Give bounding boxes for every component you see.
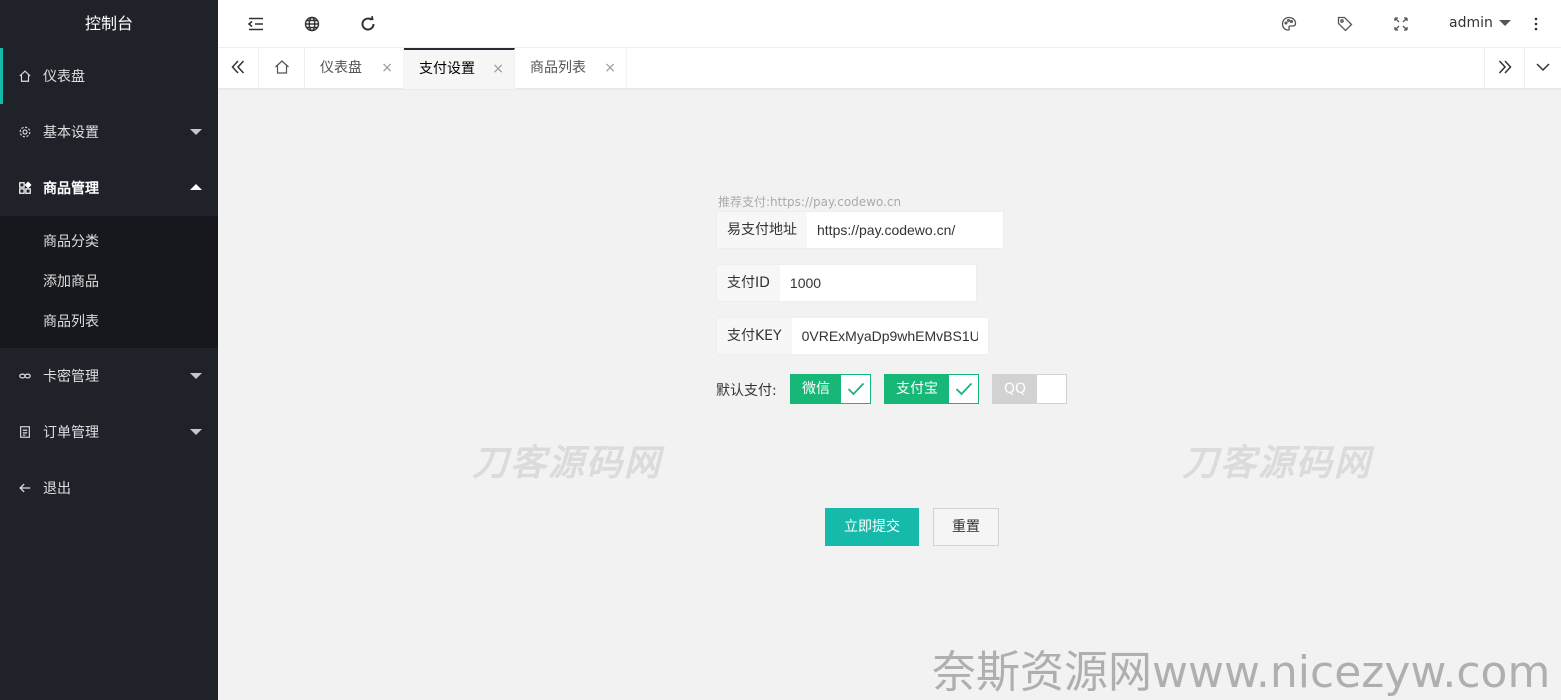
sidebar-item-label: 商品管理 xyxy=(43,181,99,197)
arrow-left-icon xyxy=(18,481,32,495)
sidebar-subitem-category[interactable]: 商品分类 xyxy=(0,222,218,262)
close-icon[interactable]: × xyxy=(492,50,504,89)
home-icon xyxy=(18,69,32,83)
sidebar-item-label: 仪表盘 xyxy=(43,69,85,85)
app-grid-icon xyxy=(18,181,32,195)
tabs-scroll-right-button[interactable] xyxy=(1484,48,1525,89)
double-chevron-left-icon xyxy=(230,59,246,79)
close-icon[interactable]: × xyxy=(381,48,393,89)
check-icon xyxy=(841,375,870,403)
pay-key-input[interactable] xyxy=(791,318,988,354)
sidebar-item-basic-settings[interactable]: 基本设置 xyxy=(0,104,218,160)
palette-icon[interactable] xyxy=(1279,14,1299,34)
top-header: admin xyxy=(218,0,1561,48)
refresh-icon[interactable] xyxy=(358,14,378,34)
sidebar-submenu: 商品分类 添加商品 商品列表 xyxy=(0,216,218,348)
pay-key-field: 支付KEY xyxy=(716,317,989,355)
caret-down-icon xyxy=(1498,20,1511,26)
recommend-hint: 推荐支付:https://pay.codewo.cn xyxy=(718,195,902,209)
url-label: 易支付地址 xyxy=(717,212,807,248)
home-icon xyxy=(274,59,290,79)
sidebar-item-card-management[interactable]: 卡密管理 xyxy=(0,348,218,404)
sidebar-item-order-management[interactable]: 订单管理 xyxy=(0,404,218,460)
tab-label: 商品列表 xyxy=(530,60,586,76)
sidebar: 控制台 仪表盘 基本设置 商品管理 商品分类 添加商品 商品列表 卡密管理 订单… xyxy=(0,0,218,700)
tabs-scroll-left-button[interactable] xyxy=(218,48,259,89)
check-icon xyxy=(949,375,978,403)
switch-label: 支付宝 xyxy=(885,375,949,403)
pay-id-field: 支付ID xyxy=(716,264,977,302)
pay-id-input[interactable] xyxy=(779,265,976,301)
fullscreen-icon[interactable] xyxy=(1391,14,1411,34)
tab-label: 支付设置 xyxy=(419,61,475,77)
submit-button[interactable]: 立即提交 xyxy=(825,508,919,546)
sidebar-subitem-product-list[interactable]: 商品列表 xyxy=(0,302,218,342)
watermark-bottom: 奈斯资源网www.nicezyw.com xyxy=(932,647,1551,698)
pay-key-label: 支付KEY xyxy=(717,318,792,354)
tab-bar: 仪表盘 × 支付设置 × 商品列表 × xyxy=(218,48,1561,89)
menu-fold-icon[interactable] xyxy=(246,14,266,34)
username: admin xyxy=(1449,15,1493,31)
chevron-down-icon xyxy=(190,373,202,379)
default-pay-label: 默认支付: xyxy=(716,383,777,399)
sidebar-item-product-management[interactable]: 商品管理 xyxy=(0,160,218,216)
chevron-down-icon xyxy=(1535,59,1551,79)
double-chevron-right-icon xyxy=(1497,59,1513,79)
tab-dashboard[interactable]: 仪表盘 × xyxy=(305,48,404,89)
chevron-up-icon xyxy=(190,184,202,190)
close-icon[interactable]: × xyxy=(604,48,616,89)
tag-icon[interactable] xyxy=(1335,14,1355,34)
qq-switch[interactable]: QQ xyxy=(992,374,1068,404)
link-icon xyxy=(18,369,32,383)
unchecked-box xyxy=(1037,375,1067,403)
more-vertical-icon[interactable] xyxy=(1526,14,1546,34)
sidebar-item-label: 基本设置 xyxy=(43,125,99,141)
main-content: 刀客源码网 刀客源码网 推荐支付:https://pay.codewo.cn 易… xyxy=(218,90,1561,700)
tabs-menu-button[interactable] xyxy=(1525,48,1561,89)
sidebar-item-dashboard[interactable]: 仪表盘 xyxy=(0,48,218,104)
sidebar-item-label: 退出 xyxy=(43,481,71,497)
switch-label: QQ xyxy=(993,375,1038,403)
reset-button[interactable]: 重置 xyxy=(933,508,999,546)
tab-payment-settings[interactable]: 支付设置 × xyxy=(404,48,515,89)
watermark-center-left: 刀客源码网 xyxy=(472,443,663,484)
url-field: 易支付地址 xyxy=(716,211,1004,249)
watermark-center-right: 刀客源码网 xyxy=(1182,443,1373,484)
sidebar-item-label: 订单管理 xyxy=(43,425,99,441)
pay-id-label: 支付ID xyxy=(717,265,780,301)
alipay-switch[interactable]: 支付宝 xyxy=(884,374,979,404)
list-icon xyxy=(18,425,32,439)
url-input[interactable] xyxy=(807,212,1003,248)
sidebar-title[interactable]: 控制台 xyxy=(0,0,218,48)
tab-label: 仪表盘 xyxy=(320,60,362,76)
wechat-switch[interactable]: 微信 xyxy=(790,374,871,404)
chevron-down-icon xyxy=(190,129,202,135)
user-menu[interactable]: admin xyxy=(1449,15,1511,31)
gear-icon xyxy=(18,125,32,139)
tab-product-list[interactable]: 商品列表 × xyxy=(515,48,627,89)
tab-home[interactable] xyxy=(259,48,305,89)
sidebar-item-logout[interactable]: 退出 xyxy=(0,460,218,516)
globe-icon[interactable] xyxy=(302,14,322,34)
switch-label: 微信 xyxy=(791,375,841,403)
sidebar-item-label: 卡密管理 xyxy=(43,369,99,385)
chevron-down-icon xyxy=(190,429,202,435)
sidebar-subitem-add-product[interactable]: 添加商品 xyxy=(0,262,218,302)
